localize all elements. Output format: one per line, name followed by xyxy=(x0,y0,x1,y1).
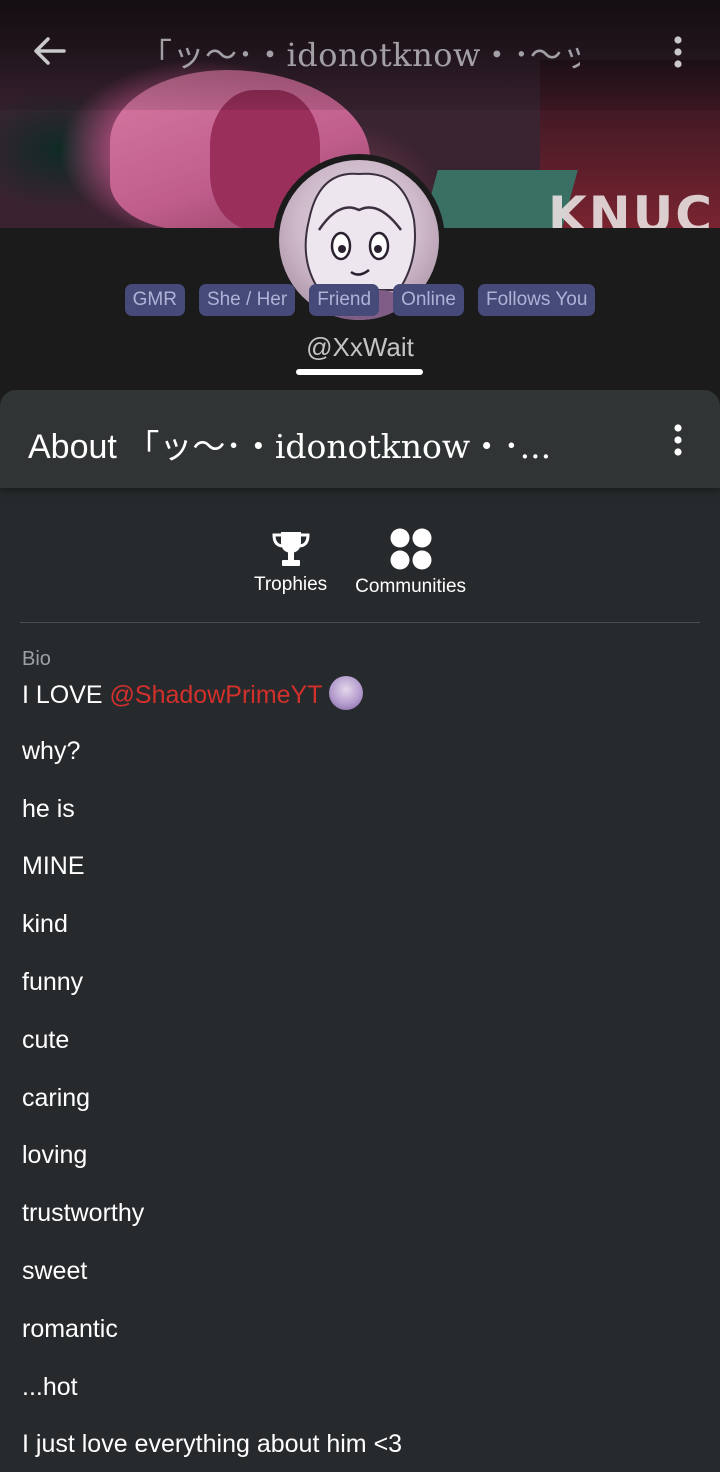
more-options-button[interactable] xyxy=(660,30,696,74)
communities-label: Communities xyxy=(355,576,467,597)
bio-label: Bio xyxy=(22,648,51,670)
badge-online: Online xyxy=(393,284,464,316)
bio-line: he is xyxy=(22,794,75,823)
bio-line: kind xyxy=(22,910,68,939)
bio-line: trustworthy xyxy=(22,1199,145,1228)
badge-row: GMR She / Her Friend Online Follows You xyxy=(0,284,720,318)
bio-line: why? xyxy=(22,736,81,765)
profile-shortcuts: Trophies Communities xyxy=(0,528,720,608)
more-vertical-icon xyxy=(674,36,682,68)
bio-first-line: I LOVE xyxy=(22,681,110,709)
bio-line: ...hot xyxy=(22,1372,78,1401)
badge-gmr: GMR xyxy=(124,284,185,316)
about-title: About 「ッ〜･・idonotknow・･... xyxy=(28,420,588,466)
bio-line: cute xyxy=(22,1025,70,1054)
bio-line: sweet xyxy=(22,1256,88,1285)
arrow-left-icon xyxy=(34,37,66,65)
communities-button[interactable]: Communities xyxy=(355,528,466,608)
about-more-button[interactable] xyxy=(660,420,696,460)
more-vertical-icon xyxy=(674,424,682,456)
page-title: 「ッ〜･・idonotknow・･〜ッ xyxy=(140,36,580,74)
username[interactable]: @XxWait xyxy=(0,332,720,363)
bio-line: MINE xyxy=(22,852,85,881)
mention-link[interactable]: @ShadowPrimeYT xyxy=(110,681,323,709)
bio-line: funny xyxy=(22,967,84,996)
badge-friend: Friend xyxy=(309,284,380,316)
about-header: About 「ッ〜･・idonotknow・･... xyxy=(0,390,720,488)
bio-line: I just love everything about him <3 xyxy=(22,1430,403,1459)
bio-text: I LOVE @ShadowPrimeYT why? he is MINE ki… xyxy=(22,676,702,1472)
communities-icon xyxy=(390,528,432,570)
bio-line: romantic xyxy=(22,1314,118,1343)
about-title-prefix: About xyxy=(28,428,117,466)
bio-line: I LOVE @ShadowPrimeYT xyxy=(22,676,702,734)
bio-line: caring xyxy=(22,1083,91,1112)
badge-follows-you: Follows You xyxy=(477,284,596,316)
back-button[interactable] xyxy=(24,28,74,74)
tab-indicator xyxy=(296,369,423,375)
bio-line: loving xyxy=(22,1141,88,1170)
badge-pronouns: She / Her xyxy=(198,284,296,316)
mention-avatar xyxy=(328,676,363,710)
about-title-name: 「ッ〜･・idonotknow・･... xyxy=(126,427,552,466)
banner-text: KNUC xyxy=(548,186,714,228)
divider xyxy=(20,622,700,623)
trophies-label: Trophies xyxy=(253,574,328,595)
trophy-icon xyxy=(272,532,310,566)
about-panel: About 「ッ〜･・idonotknow・･... Trophies Comm… xyxy=(0,390,720,1472)
top-app-bar: 「ッ〜･・idonotknow・･〜ッ xyxy=(0,0,720,104)
trophies-button[interactable]: Trophies xyxy=(254,528,327,608)
